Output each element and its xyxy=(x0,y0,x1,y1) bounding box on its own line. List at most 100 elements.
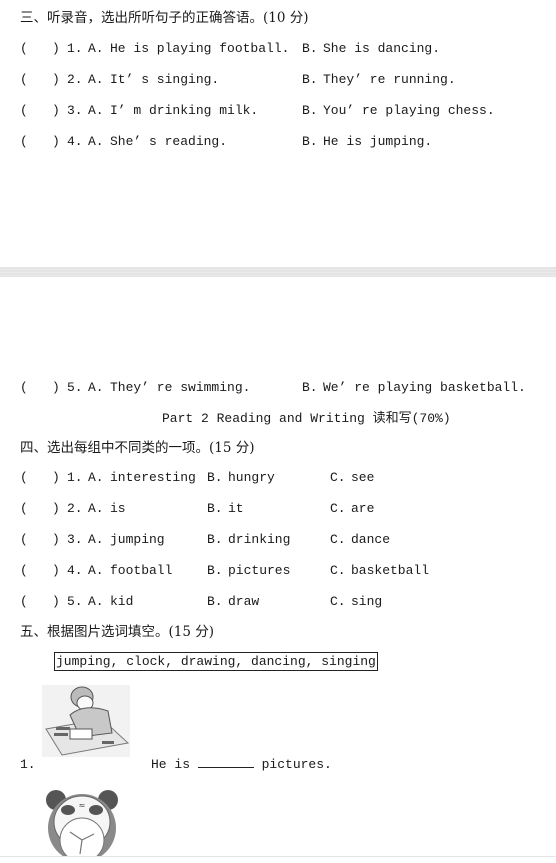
option-c-text: are xyxy=(351,501,375,516)
option-b-label: B. xyxy=(207,470,223,485)
option-a-text: It’ s singing. xyxy=(110,72,220,87)
option-b-label: B. xyxy=(207,563,223,578)
svg-text:≈: ≈ xyxy=(79,801,86,810)
answer-paren-close: ) xyxy=(52,380,60,395)
listening-item: ( ) 3. A. I’ m drinking milk. B. You’ re… xyxy=(0,101,556,121)
option-b-text: drinking xyxy=(228,532,291,547)
option-a-label: A. xyxy=(88,470,104,485)
answer-paren-open: ( xyxy=(20,470,28,485)
answer-paren-close: ) xyxy=(52,501,60,516)
option-a-label: A. xyxy=(88,501,104,516)
answer-paren-close: ) xyxy=(52,134,60,149)
answer-blank[interactable] xyxy=(197,755,254,768)
option-b-text: pictures xyxy=(228,563,291,578)
answer-paren-close: ) xyxy=(52,72,60,87)
option-c-label: C. xyxy=(330,594,346,609)
option-a-label: A. xyxy=(88,532,104,547)
option-b-text: She is dancing. xyxy=(323,41,441,56)
listening-item: ( ) 1. A. He is playing football. B. She… xyxy=(0,39,556,59)
option-a-text: They’ re swimming. xyxy=(110,380,251,395)
section3-title: 三、听录音，选出所听句子的正确答语。(10 分) xyxy=(20,10,309,26)
answer-paren-close: ) xyxy=(52,563,60,578)
listening-item: ( ) 5. A. They’ re swimming. B. We’ re p… xyxy=(0,378,556,398)
answer-paren-close: ) xyxy=(52,532,60,547)
item-number: 3. xyxy=(67,103,83,118)
option-c-text: sing xyxy=(351,594,383,609)
option-b-text: We’ re playing basketball. xyxy=(323,380,526,395)
answer-paren-close: ) xyxy=(52,41,60,56)
listening-item: ( ) 2. A. It’ s singing. B. They’ re run… xyxy=(0,70,556,90)
section5-title: 五、根据图片选词填空。(15 分) xyxy=(20,624,215,640)
panda-clock-icon: ≈ xyxy=(46,790,118,863)
page-bottom-rule xyxy=(0,856,556,857)
page-break-divider xyxy=(0,267,556,277)
option-a-text: interesting xyxy=(110,470,196,485)
answer-paren-close: ) xyxy=(52,594,60,609)
answer-paren-open: ( xyxy=(20,41,28,56)
worksheet-page-bottom: ( ) 5. A. They’ re swimming. B. We’ re p… xyxy=(0,277,556,863)
odd-one-out-item: ( ) 2. A. is B. it C. are xyxy=(0,499,556,519)
item-number: 1. xyxy=(67,41,83,56)
item-number: 2. xyxy=(67,501,83,516)
odd-one-out-item: ( ) 3. A. jumping B. drinking C. dance xyxy=(0,530,556,550)
option-a-label: A. xyxy=(88,72,104,87)
item-number: 3. xyxy=(67,532,83,547)
option-a-label: A. xyxy=(88,594,104,609)
option-b-label: B. xyxy=(302,72,318,87)
option-b-text: draw xyxy=(228,594,260,609)
option-b-label: B. xyxy=(302,134,318,149)
answer-paren-open: ( xyxy=(20,103,28,118)
worksheet-page-top: 三、听录音，选出所听句子的正确答语。(10 分) ( ) 1. A. He is… xyxy=(0,0,556,267)
option-c-label: C. xyxy=(330,532,346,547)
answer-paren-open: ( xyxy=(20,594,28,609)
answer-paren-close: ) xyxy=(52,103,60,118)
boy-drawing-icon xyxy=(42,685,130,757)
option-a-label: A. xyxy=(88,41,104,56)
option-b-text: You’ re playing chess. xyxy=(323,103,495,118)
option-a-text: is xyxy=(110,501,126,516)
option-b-label: B. xyxy=(302,380,318,395)
sentence-before: He is xyxy=(151,757,198,772)
item-number: 5. xyxy=(67,594,83,609)
option-a-label: A. xyxy=(88,134,104,149)
option-b-text: hungry xyxy=(228,470,275,485)
answer-paren-open: ( xyxy=(20,134,28,149)
option-a-label: A. xyxy=(88,563,104,578)
answer-paren-open: ( xyxy=(20,532,28,547)
option-a-label: A. xyxy=(88,380,104,395)
option-c-text: basketball xyxy=(351,563,430,578)
option-b-text: it xyxy=(228,501,244,516)
answer-paren-open: ( xyxy=(20,563,28,578)
option-c-text: see xyxy=(351,470,375,485)
option-a-text: kid xyxy=(110,594,134,609)
odd-one-out-item: ( ) 4. A. football B. pictures C. basket… xyxy=(0,561,556,581)
odd-one-out-item: ( ) 5. A. kid B. draw C. sing xyxy=(0,592,556,612)
option-a-text: She’ s reading. xyxy=(110,134,228,149)
item-number: 1. xyxy=(20,757,36,772)
item-number: 1. xyxy=(67,470,83,485)
answer-paren-close: ) xyxy=(52,470,60,485)
section4-title: 四、选出每组中不同类的一项。(15 分) xyxy=(20,440,255,456)
answer-paren-open: ( xyxy=(20,72,28,87)
item-number: 5. xyxy=(67,380,83,395)
option-c-label: C. xyxy=(330,501,346,516)
part2-heading: Part 2 Reading and Writing 读和写(70%) xyxy=(162,411,451,426)
panda-clock-illustration: ≈ xyxy=(42,788,122,863)
option-b-label: B. xyxy=(207,594,223,609)
word-bank-box: jumping, clock, drawing, dancing, singin… xyxy=(54,652,378,671)
option-b-text: They’ re running. xyxy=(323,72,456,87)
item-number: 2. xyxy=(67,72,83,87)
listening-item: ( ) 4. A. She’ s reading. B. He is jumpi… xyxy=(0,132,556,152)
item-number: 4. xyxy=(67,563,83,578)
option-c-text: dance xyxy=(351,532,391,547)
fill-in-sentence: He is pictures. xyxy=(151,755,332,775)
answer-paren-open: ( xyxy=(20,380,28,395)
option-b-label: B. xyxy=(302,103,318,118)
option-a-text: jumping xyxy=(110,532,165,547)
option-a-text: He is playing football. xyxy=(110,41,290,56)
option-b-label: B. xyxy=(207,501,223,516)
item-number: 4. xyxy=(67,134,83,149)
option-c-label: C. xyxy=(330,470,346,485)
option-b-label: B. xyxy=(207,532,223,547)
option-b-label: B. xyxy=(302,41,318,56)
